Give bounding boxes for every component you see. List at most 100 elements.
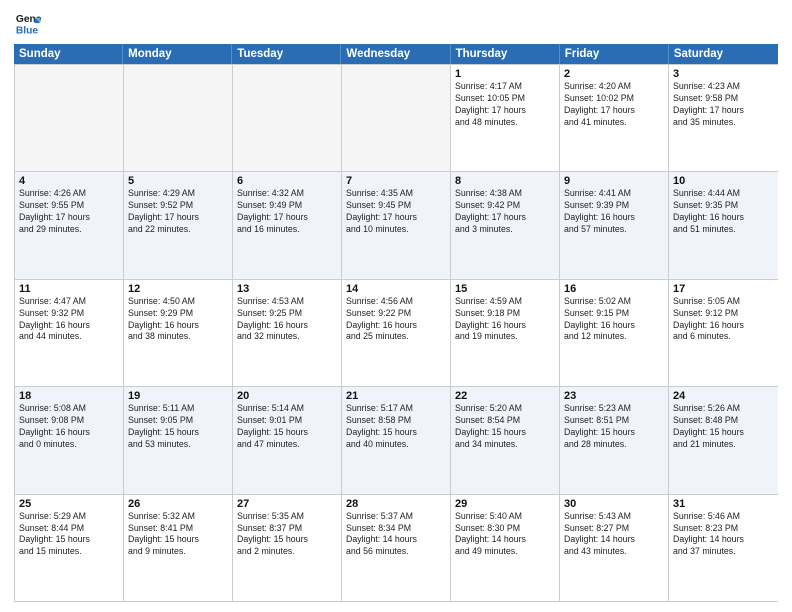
cell-daylight-text: Sunrise: 5:35 AM Sunset: 8:37 PM Dayligh…: [237, 511, 337, 559]
cal-cell: 27Sunrise: 5:35 AM Sunset: 8:37 PM Dayli…: [233, 495, 342, 601]
day-number: 27: [237, 498, 337, 510]
day-number: 9: [564, 175, 664, 187]
cell-daylight-text: Sunrise: 5:20 AM Sunset: 8:54 PM Dayligh…: [455, 403, 555, 451]
day-number: 14: [346, 283, 446, 295]
cell-daylight-text: Sunrise: 4:56 AM Sunset: 9:22 PM Dayligh…: [346, 296, 446, 344]
day-number: 7: [346, 175, 446, 187]
cal-cell: 2Sunrise: 4:20 AM Sunset: 10:02 PM Dayli…: [560, 65, 669, 171]
day-number: 15: [455, 283, 555, 295]
cal-cell: 15Sunrise: 4:59 AM Sunset: 9:18 PM Dayli…: [451, 280, 560, 386]
day-number: 13: [237, 283, 337, 295]
day-number: 1: [455, 68, 555, 80]
cell-daylight-text: Sunrise: 5:11 AM Sunset: 9:05 PM Dayligh…: [128, 403, 228, 451]
cal-cell: 30Sunrise: 5:43 AM Sunset: 8:27 PM Dayli…: [560, 495, 669, 601]
cell-daylight-text: Sunrise: 5:26 AM Sunset: 8:48 PM Dayligh…: [673, 403, 774, 451]
day-number: 2: [564, 68, 664, 80]
calendar: SundayMondayTuesdayWednesdayThursdayFrid…: [14, 44, 778, 602]
cell-daylight-text: Sunrise: 4:44 AM Sunset: 9:35 PM Dayligh…: [673, 188, 774, 236]
cal-cell: 23Sunrise: 5:23 AM Sunset: 8:51 PM Dayli…: [560, 387, 669, 493]
cal-cell: 4Sunrise: 4:26 AM Sunset: 9:55 PM Daylig…: [15, 172, 124, 278]
cal-cell: 7Sunrise: 4:35 AM Sunset: 9:45 PM Daylig…: [342, 172, 451, 278]
day-number: 3: [673, 68, 774, 80]
day-number: 8: [455, 175, 555, 187]
cell-daylight-text: Sunrise: 5:05 AM Sunset: 9:12 PM Dayligh…: [673, 296, 774, 344]
day-number: 24: [673, 390, 774, 402]
cal-cell: [15, 65, 124, 171]
calendar-header-row: SundayMondayTuesdayWednesdayThursdayFrid…: [14, 44, 778, 64]
cal-row-1: 4Sunrise: 4:26 AM Sunset: 9:55 PM Daylig…: [15, 171, 778, 278]
cal-cell: [124, 65, 233, 171]
cal-cell: 31Sunrise: 5:46 AM Sunset: 8:23 PM Dayli…: [669, 495, 778, 601]
cal-cell: 26Sunrise: 5:32 AM Sunset: 8:41 PM Dayli…: [124, 495, 233, 601]
cell-daylight-text: Sunrise: 4:20 AM Sunset: 10:02 PM Daylig…: [564, 81, 664, 129]
day-number: 16: [564, 283, 664, 295]
cell-daylight-text: Sunrise: 4:38 AM Sunset: 9:42 PM Dayligh…: [455, 188, 555, 236]
header: General Blue: [14, 10, 778, 38]
cal-header-cell-tuesday: Tuesday: [232, 44, 341, 64]
cal-header-cell-thursday: Thursday: [451, 44, 560, 64]
cell-daylight-text: Sunrise: 5:02 AM Sunset: 9:15 PM Dayligh…: [564, 296, 664, 344]
day-number: 11: [19, 283, 119, 295]
cal-cell: 29Sunrise: 5:40 AM Sunset: 8:30 PM Dayli…: [451, 495, 560, 601]
cal-cell: 6Sunrise: 4:32 AM Sunset: 9:49 PM Daylig…: [233, 172, 342, 278]
cal-header-cell-monday: Monday: [123, 44, 232, 64]
cell-daylight-text: Sunrise: 4:41 AM Sunset: 9:39 PM Dayligh…: [564, 188, 664, 236]
cal-cell: 8Sunrise: 4:38 AM Sunset: 9:42 PM Daylig…: [451, 172, 560, 278]
cal-cell: 22Sunrise: 5:20 AM Sunset: 8:54 PM Dayli…: [451, 387, 560, 493]
cell-daylight-text: Sunrise: 4:50 AM Sunset: 9:29 PM Dayligh…: [128, 296, 228, 344]
cell-daylight-text: Sunrise: 4:23 AM Sunset: 9:58 PM Dayligh…: [673, 81, 774, 129]
svg-text:Blue: Blue: [16, 25, 39, 36]
day-number: 21: [346, 390, 446, 402]
day-number: 23: [564, 390, 664, 402]
day-number: 29: [455, 498, 555, 510]
cal-cell: 13Sunrise: 4:53 AM Sunset: 9:25 PM Dayli…: [233, 280, 342, 386]
day-number: 10: [673, 175, 774, 187]
cal-cell: 24Sunrise: 5:26 AM Sunset: 8:48 PM Dayli…: [669, 387, 778, 493]
cell-daylight-text: Sunrise: 5:23 AM Sunset: 8:51 PM Dayligh…: [564, 403, 664, 451]
cell-daylight-text: Sunrise: 4:29 AM Sunset: 9:52 PM Dayligh…: [128, 188, 228, 236]
cal-row-2: 11Sunrise: 4:47 AM Sunset: 9:32 PM Dayli…: [15, 279, 778, 386]
cal-cell: [342, 65, 451, 171]
day-number: 17: [673, 283, 774, 295]
day-number: 5: [128, 175, 228, 187]
cal-row-4: 25Sunrise: 5:29 AM Sunset: 8:44 PM Dayli…: [15, 494, 778, 601]
cal-cell: 11Sunrise: 4:47 AM Sunset: 9:32 PM Dayli…: [15, 280, 124, 386]
day-number: 31: [673, 498, 774, 510]
cal-cell: 19Sunrise: 5:11 AM Sunset: 9:05 PM Dayli…: [124, 387, 233, 493]
cell-daylight-text: Sunrise: 5:14 AM Sunset: 9:01 PM Dayligh…: [237, 403, 337, 451]
cell-daylight-text: Sunrise: 5:40 AM Sunset: 8:30 PM Dayligh…: [455, 511, 555, 559]
cal-cell: 3Sunrise: 4:23 AM Sunset: 9:58 PM Daylig…: [669, 65, 778, 171]
cal-cell: 25Sunrise: 5:29 AM Sunset: 8:44 PM Dayli…: [15, 495, 124, 601]
cal-cell: 1Sunrise: 4:17 AM Sunset: 10:05 PM Dayli…: [451, 65, 560, 171]
day-number: 22: [455, 390, 555, 402]
cal-header-cell-friday: Friday: [560, 44, 669, 64]
day-number: 18: [19, 390, 119, 402]
cal-row-3: 18Sunrise: 5:08 AM Sunset: 9:08 PM Dayli…: [15, 386, 778, 493]
cal-row-0: 1Sunrise: 4:17 AM Sunset: 10:05 PM Dayli…: [15, 64, 778, 171]
cal-cell: 18Sunrise: 5:08 AM Sunset: 9:08 PM Dayli…: [15, 387, 124, 493]
cal-cell: [233, 65, 342, 171]
cell-daylight-text: Sunrise: 4:17 AM Sunset: 10:05 PM Daylig…: [455, 81, 555, 129]
cal-cell: 28Sunrise: 5:37 AM Sunset: 8:34 PM Dayli…: [342, 495, 451, 601]
cal-cell: 17Sunrise: 5:05 AM Sunset: 9:12 PM Dayli…: [669, 280, 778, 386]
calendar-body: 1Sunrise: 4:17 AM Sunset: 10:05 PM Dayli…: [14, 64, 778, 602]
cell-daylight-text: Sunrise: 4:59 AM Sunset: 9:18 PM Dayligh…: [455, 296, 555, 344]
cell-daylight-text: Sunrise: 4:26 AM Sunset: 9:55 PM Dayligh…: [19, 188, 119, 236]
day-number: 20: [237, 390, 337, 402]
cal-header-cell-sunday: Sunday: [14, 44, 123, 64]
cell-daylight-text: Sunrise: 5:46 AM Sunset: 8:23 PM Dayligh…: [673, 511, 774, 559]
day-number: 28: [346, 498, 446, 510]
cal-cell: 20Sunrise: 5:14 AM Sunset: 9:01 PM Dayli…: [233, 387, 342, 493]
cal-cell: 14Sunrise: 4:56 AM Sunset: 9:22 PM Dayli…: [342, 280, 451, 386]
cell-daylight-text: Sunrise: 4:47 AM Sunset: 9:32 PM Dayligh…: [19, 296, 119, 344]
day-number: 19: [128, 390, 228, 402]
cal-header-cell-wednesday: Wednesday: [341, 44, 450, 64]
cell-daylight-text: Sunrise: 5:17 AM Sunset: 8:58 PM Dayligh…: [346, 403, 446, 451]
day-number: 26: [128, 498, 228, 510]
day-number: 25: [19, 498, 119, 510]
day-number: 4: [19, 175, 119, 187]
page: General Blue SundayMondayTuesdayWednesda…: [0, 0, 792, 612]
day-number: 30: [564, 498, 664, 510]
cell-daylight-text: Sunrise: 4:35 AM Sunset: 9:45 PM Dayligh…: [346, 188, 446, 236]
cell-daylight-text: Sunrise: 5:29 AM Sunset: 8:44 PM Dayligh…: [19, 511, 119, 559]
